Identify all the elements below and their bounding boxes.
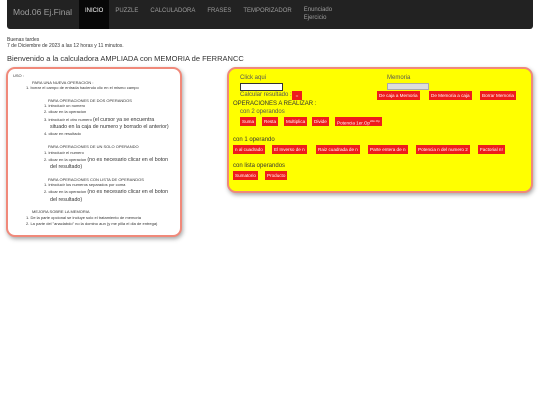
navbar: Mod.06 Ej.Final INICIO PUZZLE CALCULADOR…: [7, 0, 533, 29]
usage-one-op-step2: 2. clicar en la operacion (no es necesar…: [44, 157, 168, 163]
usage-one-op-step2-cont: del resultado): [50, 164, 83, 170]
summation-button[interactable]: Sumatorio: [233, 171, 258, 180]
number-input[interactable]: [240, 83, 283, 91]
usage-improve-1: 1. De la parte opcional se incluye solo …: [26, 215, 141, 220]
nav-frases[interactable]: FRASES: [201, 0, 237, 29]
power-button-base: Potencia 1er.Op: [337, 120, 370, 126]
usage-list-op-step2: 2. clicar en la operacion (no es necesar…: [44, 189, 168, 195]
usage-two-ops-step3-big: (el cursor ya se encuentra: [92, 117, 155, 123]
two-operands-title: con 2 operandos: [240, 109, 285, 115]
usage-new-op-step: 1. borrar el campo de entrada haciendo c…: [26, 85, 139, 90]
power-of-two-button[interactable]: Potencia n del numero 2: [416, 145, 470, 154]
sum-button[interactable]: Suma: [240, 117, 257, 126]
divide-button[interactable]: Divide: [312, 117, 329, 126]
usage-improve-title: MEJORA SOBRE LA MEMORIA: [32, 209, 90, 214]
subtract-button[interactable]: Resta: [262, 117, 279, 126]
calculator-panel: Click aqui Calcular resultado : = Memori…: [227, 67, 533, 193]
memory-to-box-button[interactable]: De Memoria a caja: [429, 91, 472, 100]
usage-two-ops-step2: 2. clicar en la operacion: [44, 109, 87, 114]
usage-title: USO :: [13, 73, 24, 78]
usage-list-op-step2-small: 2. clicar en la operacion: [44, 189, 87, 194]
equals-button[interactable]: =: [292, 91, 302, 100]
usage-one-op-step1: 1. introducir el numero: [44, 150, 84, 155]
box-to-memory-button[interactable]: De caja a Memoria: [377, 91, 420, 100]
operations-title: OPERACIONES A REALIZAR :: [233, 101, 317, 107]
usage-list-op-step2-big: (no es necesario clicar en el boton: [87, 189, 169, 195]
nav-enunciado[interactable]: Enunciado Ejercicio: [298, 0, 338, 29]
nav-puzzle[interactable]: PUZZLE: [109, 0, 144, 29]
product-button[interactable]: Producto: [265, 171, 288, 180]
nav-menu: INICIO PUZZLE CALCULADORA FRASES TEMPORI…: [79, 0, 338, 29]
click-here-label: Click aqui: [240, 75, 267, 81]
calc-result-label: Calcular resultado :: [240, 92, 292, 98]
multiply-button[interactable]: Multiplica: [284, 117, 308, 126]
greeting-datetime: 7 de Diciembre de 2023 a las 12 horas y …: [7, 42, 124, 49]
usage-panel: USO : PARA UNA NUEVA OPERACION : 1. borr…: [6, 67, 182, 237]
usage-one-op-title: PARA OPERACIONES DE UN SOLO OPERANDO: [48, 144, 139, 149]
nav-inicio[interactable]: INICIO: [79, 0, 110, 29]
nav-calculadora[interactable]: CALCULADORA: [144, 0, 201, 29]
usage-two-ops-step3-small: 3. introducir el otro numero: [44, 117, 92, 122]
integer-part-button[interactable]: Parte entera de n: [368, 145, 408, 154]
power-button-sup: 2do.Op: [369, 119, 380, 123]
welcome-heading: Bienvenido a la calculadora AMPLIADA con…: [7, 54, 244, 63]
inverse-button[interactable]: El Inverso de n: [272, 145, 307, 154]
usage-one-op-step2-small: 2. clicar en la operacion: [44, 157, 87, 162]
list-operands-title: con lista operandos: [233, 163, 286, 169]
one-operand-title: con 1 operando: [233, 137, 275, 143]
usage-two-ops-step3-cont: situado en la caja de numero y borrado e…: [50, 124, 169, 130]
greeting: Buenas tardes 7 de Diciembre de 2023 a l…: [7, 37, 124, 49]
usage-improve-2: 2. La parte del "anaclabdo" no la domino…: [26, 221, 158, 226]
square-button[interactable]: n al cuadrado: [233, 145, 265, 154]
navbar-brand[interactable]: Mod.06 Ej.Final: [13, 7, 72, 17]
factorial-button[interactable]: Factorial n!: [478, 145, 505, 154]
nav-enunciado-line2: Ejercicio: [303, 15, 327, 21]
memory-label: Memoria: [387, 75, 411, 81]
nav-enunciado-line1: Enunciado: [303, 7, 333, 13]
usage-list-op-step2-cont: del resultado): [50, 197, 83, 203]
usage-list-op-step1: 1. introducir los numeros separados por …: [44, 182, 126, 187]
square-root-button[interactable]: Raiz cuadrada de n: [316, 145, 360, 154]
usage-two-ops-step1: 1. introducir un numero: [44, 103, 86, 108]
clear-memory-button[interactable]: Borrar Memoria: [480, 91, 516, 100]
usage-two-ops-step4: 4. clicar en resultado: [44, 131, 81, 136]
power-button[interactable]: Potencia 1er.Op2do.Op: [335, 117, 382, 126]
usage-one-op-step2-big: (no es necesario clicar en el boton: [87, 157, 169, 163]
memory-display: [387, 83, 429, 90]
nav-temporizador[interactable]: TEMPORIZADOR: [237, 0, 297, 29]
usage-two-ops-step3: 3. introducir el otro numero (el cursor …: [44, 117, 154, 123]
